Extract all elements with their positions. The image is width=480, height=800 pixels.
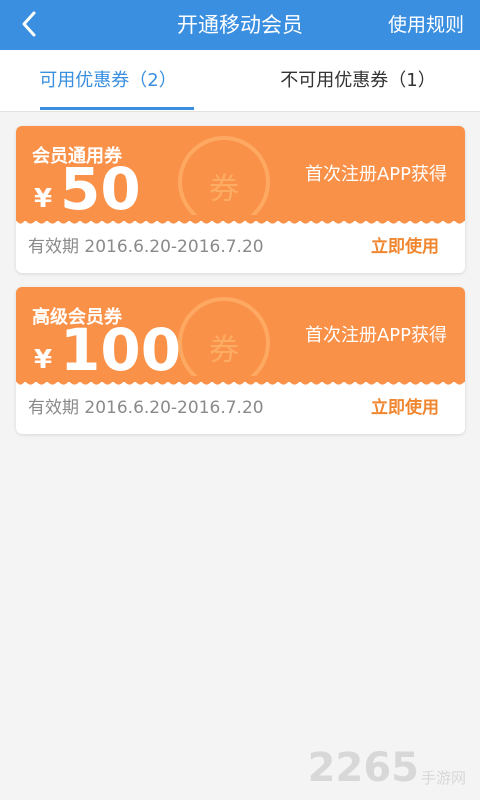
coupon-source: 首次注册APP获得 xyxy=(304,164,447,185)
usage-rules-link[interactable]: 使用规则 xyxy=(388,0,464,50)
currency-symbol: ¥ xyxy=(34,345,53,375)
coupon-tabs: 可用优惠券（2） 不可用优惠券（1） xyxy=(0,50,480,112)
coupon-stamp-icon: 券 xyxy=(178,297,270,382)
watermark-text: 手游网 xyxy=(420,769,466,787)
coupon-amount: 100 xyxy=(60,316,182,382)
chevron-left-icon xyxy=(22,11,36,37)
coupon-card[interactable]: 券 会员通用券 ¥ 50 首次注册APP获得 有效期 2016.6.20-201… xyxy=(16,126,465,273)
coupon-header: 券 会员通用券 ¥ 50 首次注册APP获得 xyxy=(16,126,465,221)
coupon-card[interactable]: 券 高级会员券 ¥ 100 首次注册APP获得 有效期 2016.6.20-20… xyxy=(16,287,465,434)
coupon-source: 首次注册APP获得 xyxy=(304,325,447,346)
currency-symbol: ¥ xyxy=(34,184,53,214)
site-watermark: 2265 手游网 xyxy=(308,748,466,788)
back-button[interactable] xyxy=(14,9,44,39)
coupon-header: 券 高级会员券 ¥ 100 首次注册APP获得 xyxy=(16,287,465,382)
coupon-validity: 有效期 2016.6.20-2016.7.20 xyxy=(28,237,264,257)
watermark-number: 2265 xyxy=(307,745,419,791)
top-navigation-bar: 开通移动会员 使用规则 xyxy=(0,0,480,50)
use-now-button[interactable]: 立即使用 xyxy=(371,393,439,418)
coupon-amount: 50 xyxy=(60,155,141,221)
scalloped-edge xyxy=(16,376,465,385)
active-tab-indicator xyxy=(40,107,194,110)
use-now-button[interactable]: 立即使用 xyxy=(371,232,439,257)
tab-available-coupons[interactable]: 可用优惠券（2） xyxy=(20,50,196,112)
coupon-validity: 有效期 2016.6.20-2016.7.20 xyxy=(28,398,264,418)
scalloped-edge xyxy=(16,215,465,224)
tab-unavailable-coupons[interactable]: 不可用优惠券（1） xyxy=(260,50,456,112)
coupon-stamp-icon: 券 xyxy=(178,136,270,221)
